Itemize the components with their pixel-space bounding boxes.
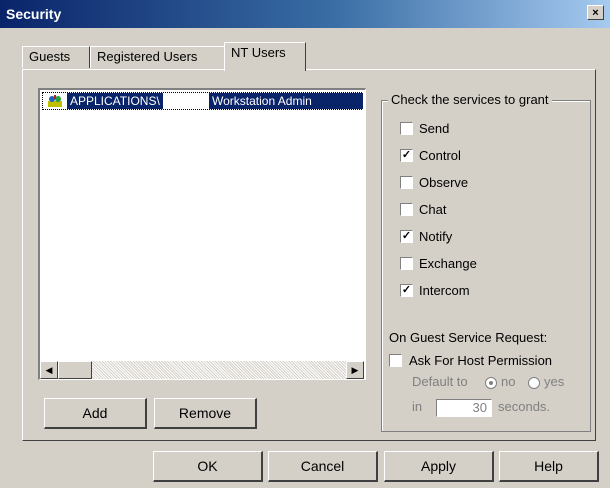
list-item-name: APPLICATIONS\ — [67, 93, 163, 109]
check-icon: ✓ — [400, 149, 413, 162]
tab-registered-users[interactable]: Registered Users — [90, 46, 226, 68]
title-bar: Security × — [0, 0, 610, 28]
apply-button-label: Apply — [420, 458, 457, 474]
arrow-right-icon: ▶ — [351, 365, 359, 375]
help-button[interactable]: Help — [499, 451, 599, 482]
services-group: Check the services to grant Send ✓ Contr… — [381, 92, 591, 432]
horizontal-scrollbar[interactable]: ◀ ▶ — [40, 361, 364, 379]
checkbox-label: Ask For Host Permission — [409, 353, 553, 368]
nt-users-list[interactable]: APPLICATIONS\ Workstation Admin ◀ ▶ — [38, 88, 366, 380]
arrow-left-icon: ◀ — [45, 365, 53, 375]
checkbox-box — [400, 203, 413, 216]
checkbox-label: Send — [419, 121, 450, 136]
help-button-label: Help — [534, 458, 563, 474]
list-item[interactable]: APPLICATIONS\ Workstation Admin — [42, 92, 363, 110]
checkbox-label: Control — [419, 148, 461, 163]
default-to-label: Default to — [412, 374, 468, 389]
apply-button[interactable]: Apply — [384, 451, 494, 482]
tab-label: Registered Users — [97, 49, 198, 64]
guest-request-label: On Guest Service Request: — [389, 330, 548, 345]
check-icon: ✓ — [400, 284, 413, 297]
tab-guests[interactable]: Guests — [22, 46, 90, 68]
checkbox-label: Chat — [419, 202, 447, 217]
remove-button[interactable]: Remove — [154, 398, 257, 429]
checkbox-box — [400, 257, 413, 270]
list-item-user: Workstation Admin — [209, 93, 363, 109]
add-button[interactable]: Add — [44, 398, 147, 429]
radio-no-label: no — [501, 374, 516, 389]
add-button-label: Add — [82, 405, 108, 421]
checkbox-label: Observe — [419, 175, 469, 190]
radio-yes-label: yes — [544, 374, 565, 389]
in-label: in — [412, 399, 423, 414]
close-icon: × — [592, 7, 599, 19]
radio-yes[interactable] — [528, 377, 540, 389]
scroll-right-button[interactable]: ▶ — [346, 361, 364, 379]
checkbox-label: Exchange — [419, 256, 477, 271]
tab-label: Guests — [29, 49, 71, 64]
cancel-button[interactable]: Cancel — [268, 451, 378, 482]
checkbox-box — [389, 354, 402, 367]
tab-nt-users[interactable]: NT Users — [224, 42, 306, 71]
check-icon: ✓ — [400, 230, 413, 243]
checkbox-label: Intercom — [419, 283, 470, 298]
tab-label: NT Users — [231, 45, 286, 60]
panel-edge — [599, 100, 605, 230]
checkbox-box — [400, 176, 413, 189]
seconds-label: seconds. — [498, 399, 551, 414]
close-button[interactable]: × — [587, 5, 604, 20]
radio-no[interactable] — [485, 377, 497, 389]
services-legend: Check the services to grant — [388, 92, 552, 107]
checkbox-label: Notify — [419, 229, 453, 244]
checkbox-box — [400, 122, 413, 135]
scroll-left-button[interactable]: ◀ — [40, 361, 58, 379]
remove-button-label: Remove — [178, 405, 232, 421]
scroll-thumb[interactable] — [58, 361, 92, 379]
ok-button[interactable]: OK — [153, 451, 263, 482]
nt-users-group-icon — [47, 94, 63, 108]
ok-button-label: OK — [197, 458, 218, 474]
seconds-input[interactable]: 30 — [436, 399, 492, 417]
window-title: Security — [6, 6, 62, 22]
cancel-button-label: Cancel — [300, 458, 345, 474]
